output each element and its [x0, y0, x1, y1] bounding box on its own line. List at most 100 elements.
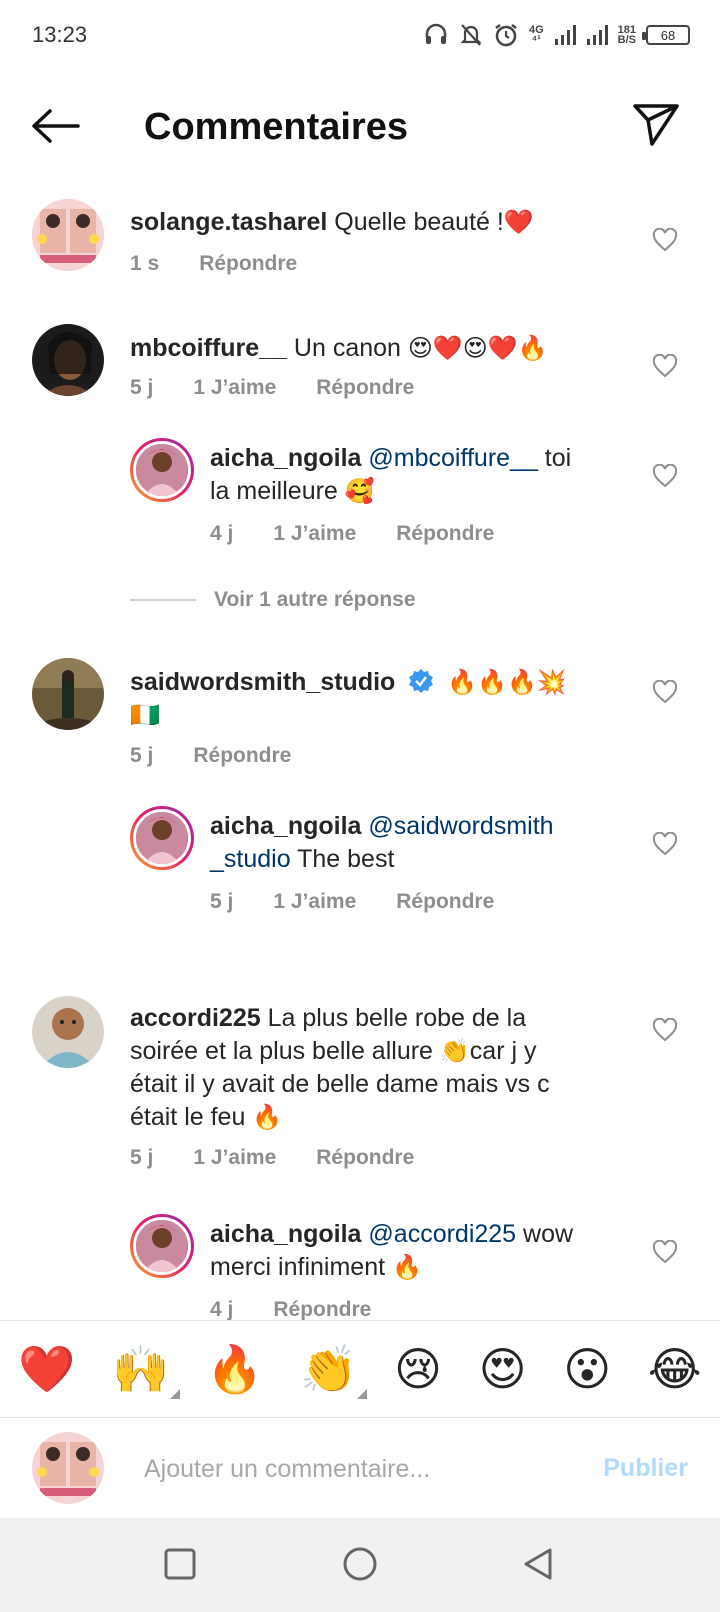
status-bar: 13:23 4G ⁴¹ 181 B/S 68: [0, 0, 720, 72]
headset-icon: [425, 23, 447, 44]
comment-text: The best: [290, 845, 395, 873]
reply-button[interactable]: Répondre: [316, 376, 414, 400]
emoji-fire[interactable]: 🔥: [206, 1342, 263, 1397]
like-count[interactable]: 1 J’aime: [193, 376, 276, 400]
avatar[interactable]: [32, 199, 104, 271]
heart-outline-icon[interactable]: [652, 354, 678, 378]
comment-time: 1 s: [130, 252, 160, 275]
heart-outline-icon[interactable]: [652, 680, 678, 704]
comment-emoji: 🔥🔥🔥💥: [447, 668, 567, 696]
emoji-heart-eyes[interactable]: 😍: [479, 1342, 527, 1396]
comment-username[interactable]: accordi225: [130, 1004, 261, 1032]
emoji-surprised[interactable]: 😮: [563, 1342, 611, 1396]
divider: [130, 599, 196, 601]
view-more-replies[interactable]: Voir 1 autre réponse: [130, 588, 416, 612]
comment-text: La plus belle robe de la: [260, 1004, 527, 1032]
network-type: 4G ⁴¹: [528, 24, 544, 46]
comment-text: soirée et la plus belle allure: [130, 1037, 440, 1065]
avatar[interactable]: [130, 438, 194, 502]
comment-username[interactable]: mbcoiffure__: [130, 334, 287, 362]
verified-badge-icon: [409, 669, 434, 693]
avatar[interactable]: [32, 996, 104, 1068]
comment-text: car j y: [469, 1037, 537, 1065]
comment-text: wow: [516, 1220, 574, 1248]
flag-emoji: 🇨🇮: [130, 701, 160, 729]
network-speed: 181 B/S: [617, 24, 636, 46]
emoji-laughing[interactable]: 😂: [648, 1342, 702, 1396]
header: Commentaires: [0, 72, 720, 184]
comment-time: 4 j: [210, 1298, 234, 1320]
comment-text: Quelle beauté !: [327, 208, 504, 236]
comment-text: la meilleure: [210, 477, 345, 505]
comment-text: Un canon: [286, 334, 408, 362]
emoji-crying[interactable]: 😢: [394, 1342, 442, 1396]
emoji-reaction-bar: ❤️ 🙌 🔥 👏 😢 😍 😮 😂: [0, 1320, 720, 1418]
reply-button[interactable]: Répondre: [396, 522, 494, 546]
avatar[interactable]: [130, 1214, 194, 1278]
heart-outline-icon[interactable]: [652, 832, 678, 856]
comment-time: 5 j: [130, 744, 154, 767]
comment-emoji: 🥰: [344, 477, 375, 505]
heart-outline-icon[interactable]: [652, 1018, 678, 1042]
signal-icon: [554, 25, 576, 45]
comment-composer: Publier: [0, 1418, 720, 1518]
comment-time: 5 j: [130, 1146, 154, 1169]
comment-text: merci infiniment: [210, 1253, 392, 1281]
mention-link[interactable]: @accordi225: [368, 1220, 516, 1248]
mention-link[interactable]: @saidwordsmith: [368, 812, 553, 840]
avatar: [32, 1432, 104, 1504]
comment-emoji: 😍❤️😍❤️🔥: [407, 334, 548, 362]
status-icons: 4G ⁴¹ 181 B/S 68: [423, 18, 690, 52]
alarm-icon: [495, 24, 517, 47]
paper-plane-icon[interactable]: [632, 102, 680, 148]
comment-username[interactable]: aicha_ngoila: [210, 1220, 361, 1248]
avatar[interactable]: [32, 658, 104, 730]
like-count[interactable]: 1 J’aime: [273, 890, 356, 914]
reply-button[interactable]: Répondre: [396, 890, 494, 914]
home-icon[interactable]: [340, 1544, 380, 1584]
emoji-heart[interactable]: ❤️: [18, 1342, 75, 1397]
comment-emoji: 🔥: [252, 1103, 283, 1131]
mention-link[interactable]: @mbcoiffure__: [368, 444, 537, 472]
page-title: Commentaires: [144, 106, 408, 148]
bell-off-icon: [460, 24, 482, 46]
comment-emoji: ❤️: [503, 208, 534, 236]
comment-text: était il y avait de belle dame mais vs c: [130, 1070, 550, 1098]
emoji-clap[interactable]: 👏: [300, 1342, 368, 1399]
like-count[interactable]: 1 J’aime: [193, 1146, 276, 1170]
status-time: 13:23: [32, 22, 88, 47]
comment-emoji: 👏: [439, 1037, 470, 1065]
heart-outline-icon[interactable]: [652, 464, 678, 488]
comment-text: était le feu: [130, 1103, 253, 1131]
reply-button[interactable]: Répondre: [193, 744, 291, 768]
comment-username[interactable]: aicha_ngoila: [210, 444, 361, 472]
system-nav-bar: [0, 1518, 720, 1612]
arrow-left-icon[interactable]: [30, 108, 80, 144]
emoji-raised-hands[interactable]: 🙌: [112, 1342, 180, 1399]
avatar[interactable]: [130, 806, 194, 870]
comment-username[interactable]: aicha_ngoila: [210, 812, 361, 840]
recent-apps-icon[interactable]: [160, 1544, 200, 1584]
like-count[interactable]: 1 J’aime: [273, 522, 356, 546]
back-nav-icon[interactable]: [518, 1544, 558, 1584]
comment-emoji: 🔥: [392, 1253, 422, 1281]
reply-button[interactable]: Répondre: [199, 252, 297, 276]
comments-list[interactable]: solange.tasharel Quelle beauté !❤️ 1 s R…: [0, 184, 720, 1320]
signal-icon-2: [586, 25, 608, 45]
comment-time: 5 j: [130, 376, 154, 399]
avatar[interactable]: [32, 324, 104, 396]
comment-username[interactable]: saidwordsmith_studio: [130, 668, 395, 696]
comment-text: toi: [537, 444, 572, 472]
comment-username[interactable]: solange.tasharel: [130, 208, 327, 236]
view-more-label[interactable]: Voir 1 autre réponse: [214, 588, 416, 612]
publish-button[interactable]: Publier: [603, 1454, 688, 1483]
mention-link[interactable]: _studio: [210, 845, 291, 873]
comment-time: 5 j: [210, 890, 234, 913]
battery-icon: 68: [642, 25, 690, 45]
reply-button[interactable]: Répondre: [273, 1298, 371, 1320]
reply-button[interactable]: Répondre: [316, 1146, 414, 1170]
heart-outline-icon[interactable]: [652, 1240, 678, 1264]
comment-time: 4 j: [210, 522, 234, 545]
comment-input[interactable]: [144, 1448, 574, 1490]
heart-outline-icon[interactable]: [652, 228, 678, 252]
